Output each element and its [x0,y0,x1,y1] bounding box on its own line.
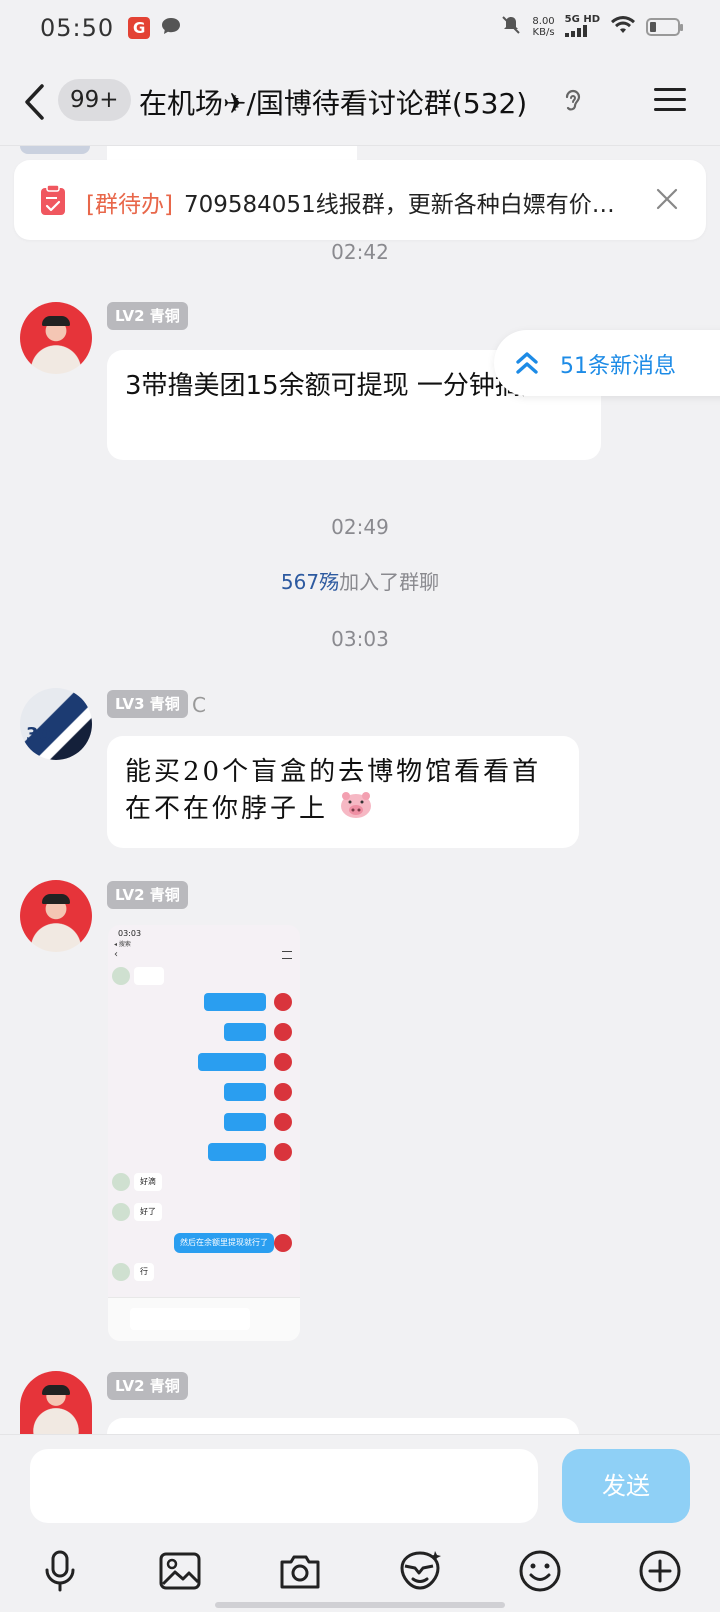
avatar[interactable] [20,146,90,154]
level-badge: LV2 青铜 [107,1372,188,1400]
status-bar: 05:50 G 8.00 KB/s 5G HD [0,0,720,56]
avatar[interactable] [20,1371,92,1434]
send-button[interactable]: 发送 [562,1449,690,1523]
screenshot-bubble [198,1053,266,1071]
app-notification-icon: G [128,17,151,39]
status-indicators: 8.00 KB/s 5G HD [500,14,683,40]
screenshot-avatar [112,1173,130,1191]
screenshot-avatar [274,1143,292,1161]
screenshot-back-label: ◂ 搜索 [114,941,131,948]
screenshot-chevron-icon: ‹ [114,949,118,960]
level-badge: LV2 青铜 [107,302,188,330]
system-notice: 567殇加入了群聊 [0,566,720,595]
todo-tag: [群待办] [86,192,173,218]
screenshot-bubble [134,967,164,985]
close-icon[interactable] [656,188,678,214]
todo-text: 709584051线报群，更新各种白嫖有价… [184,192,615,218]
chat-header: 99+ 在机场✈/国博待看讨论群(532) [0,56,720,146]
notice-username[interactable]: 567殇 [281,570,339,594]
new-messages-pill[interactable]: 51条新消息 [494,330,720,396]
screenshot-bubble [224,1113,266,1131]
pinned-todo-banner[interactable]: [群待办] 709584051线报群，更新各种白嫖有价… [14,160,706,240]
screenshot-input [130,1308,250,1330]
screenshot-avatar [274,1083,292,1101]
screenshot-avatar [112,1203,130,1221]
mute-icon [500,14,522,40]
screenshot-avatar [274,1113,292,1131]
avatar[interactable]: 30 [20,688,92,760]
notice-text: 加入了群聊 [339,570,440,594]
screenshot-time: 03:03 [118,929,142,938]
sticker-face-icon[interactable] [390,1543,450,1599]
back-arrow-icon[interactable] [22,82,48,126]
screenshot-avatar [274,993,292,1011]
screenshot-bubble [224,1023,266,1041]
sender-name[interactable]: C [192,693,206,717]
double-chevron-up-icon [514,349,540,381]
todo-clipboard-icon [40,184,66,220]
screenshot-bubble [204,993,266,1011]
menu-icon[interactable] [654,86,686,118]
screenshot-bubble: 然后在余额里提现就行了 [174,1233,274,1253]
screenshot-bubble: 行 [134,1263,154,1281]
ear-icon[interactable] [562,87,582,119]
battery-icon [646,18,683,36]
image-message[interactable]: 03:03 ◂ 搜索 ‹ 好滴 好了 然后在余额里提现就行了 行 [108,925,300,1341]
avatar[interactable] [20,880,92,952]
plus-icon[interactable] [630,1543,690,1599]
screenshot-input-bar [108,1297,300,1341]
network-type: 5G HD [564,14,600,40]
screenshot-menu-icon [282,951,292,959]
camera-icon[interactable] [270,1543,330,1599]
screenshot-avatar [274,1234,292,1252]
image-icon[interactable] [150,1543,210,1599]
screenshot-bubble [208,1143,266,1161]
screenshot-bubble [224,1083,266,1101]
timestamp: 02:49 [331,515,389,539]
home-indicator[interactable] [215,1602,505,1608]
unread-count-badge[interactable]: 99+ [58,79,131,121]
microphone-icon[interactable] [30,1543,90,1599]
timestamp: 03:03 [331,627,389,651]
wifi-icon [610,15,636,39]
screenshot-avatar [112,967,130,985]
message-input[interactable] [30,1449,538,1523]
screenshot-bubble: 好滴 [134,1173,162,1191]
level-badge: LV2 青铜 [107,881,188,909]
chat-title[interactable]: 在机场✈/国博待看讨论群(532) [139,82,527,122]
input-area: 发送 [0,1434,720,1612]
net-speed: 8.00 KB/s [532,16,555,38]
screenshot-avatar [274,1023,292,1041]
screenshot-avatar [274,1053,292,1071]
new-messages-label: 51条新消息 [560,354,676,379]
message-notification-icon [160,16,182,40]
avatar[interactable] [20,302,92,374]
screenshot-avatar [112,1263,130,1281]
input-toolbar [0,1543,720,1603]
emoji-icon[interactable] [510,1543,570,1599]
screenshot-bubble: 好了 [134,1203,162,1221]
timestamp: 02:42 [331,240,389,264]
message-bubble[interactable]: 能买20个盲盒的去博物馆看看首在不在你脖子上 [107,736,579,848]
status-time: 05:50 [40,14,115,42]
level-badge: LV3 青铜 [107,690,188,718]
message-text: 能买20个盲盒的去博物馆看看首在不在你脖子上 [125,757,542,824]
pig-emoji-icon [339,790,373,830]
